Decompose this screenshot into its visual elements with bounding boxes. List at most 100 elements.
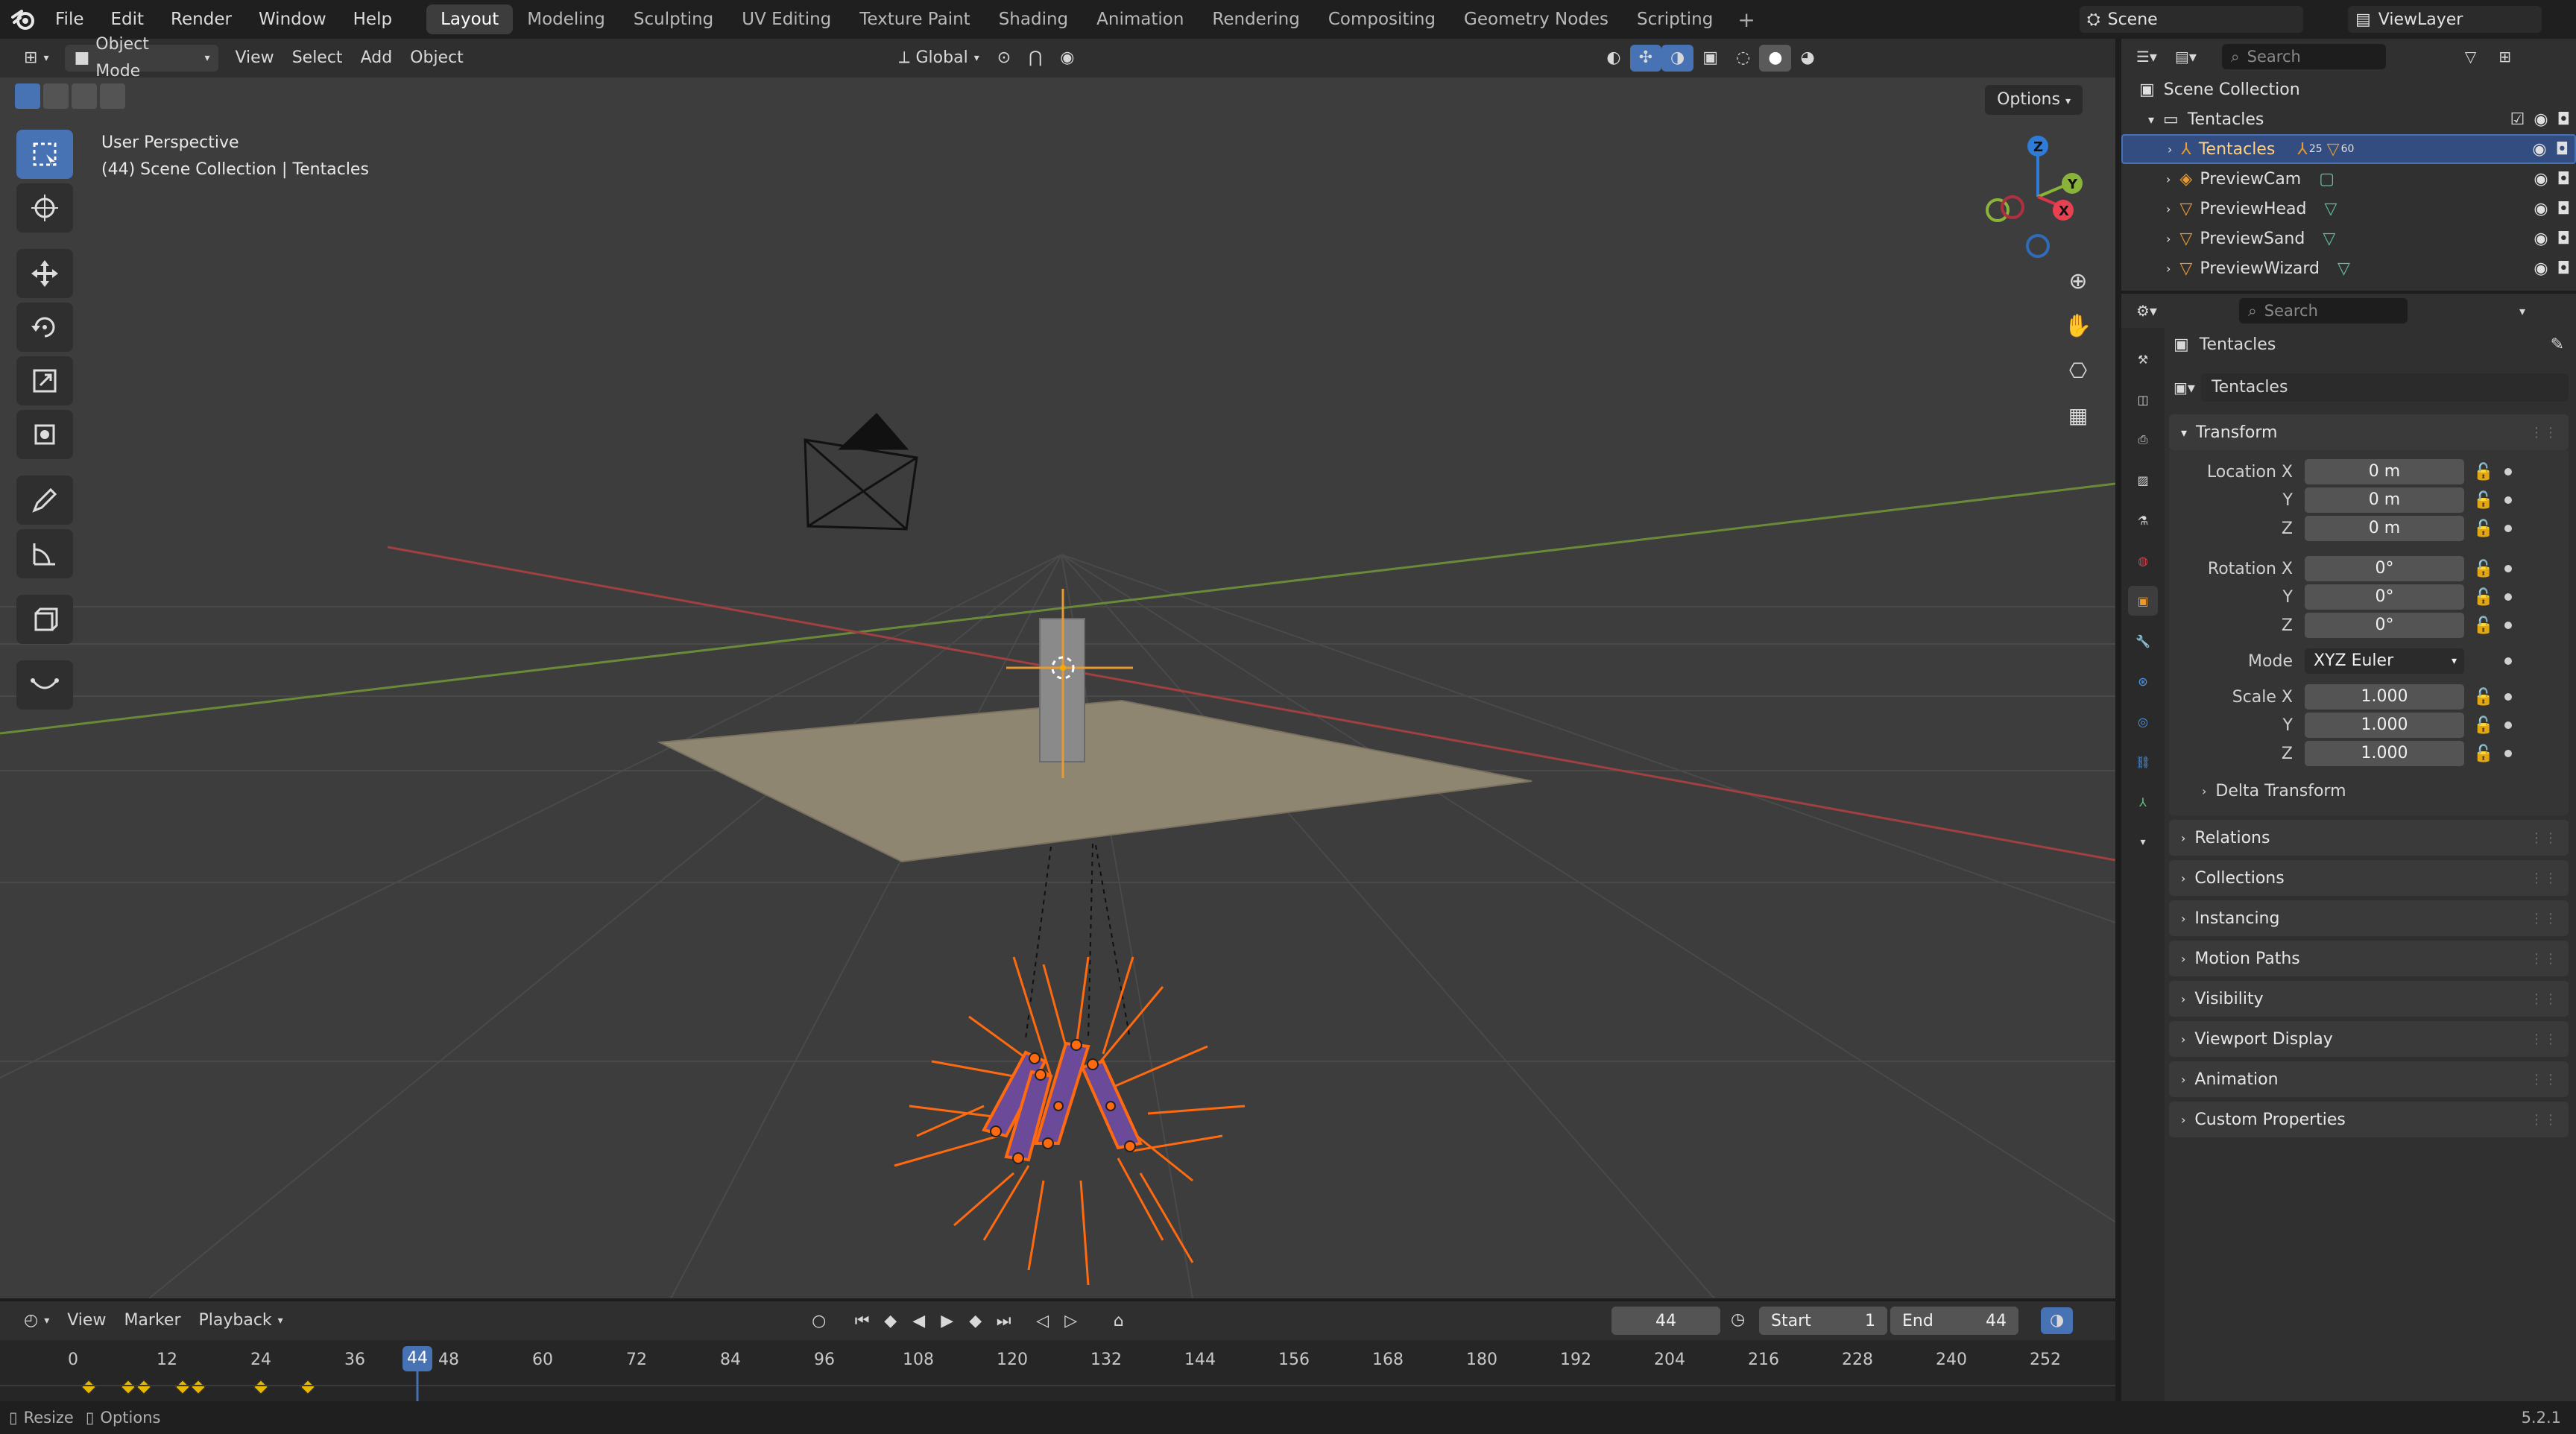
xray-toggle[interactable]: ▣ <box>1693 45 1727 72</box>
tab-world[interactable]: ◍ <box>2128 546 2158 575</box>
shear-tool[interactable] <box>16 660 73 710</box>
drag-handle-icon[interactable]: ⋮⋮ <box>2530 830 2558 846</box>
eye-icon[interactable]: ◉ <box>2534 110 2548 129</box>
location-y-field[interactable]: 0 m <box>2305 487 2464 513</box>
tab-sculpting[interactable]: Sculpting <box>619 4 727 34</box>
relations-panel-header[interactable]: › Relations ⋮⋮ <box>2169 820 2569 856</box>
overlay-toggle[interactable]: ◑ <box>1661 45 1694 72</box>
lock-icon[interactable]: 🔓 <box>2473 688 2493 707</box>
tab-scripting[interactable]: Scripting <box>1623 4 1727 34</box>
move-tool[interactable] <box>16 249 73 298</box>
outliner-row-scene-collection[interactable]: ▣ Scene Collection <box>2121 75 2576 104</box>
keyframe-marker[interactable] <box>253 1380 268 1394</box>
motion-paths-panel-header[interactable]: › Motion Paths ⋮⋮ <box>2169 941 2569 976</box>
timeline-menu-playback[interactable]: Playback ▾ <box>190 1307 292 1334</box>
measure-tool[interactable] <box>16 529 73 578</box>
transform-tool[interactable] <box>16 410 73 459</box>
outliner-row-previewcam[interactable]: › ◈ PreviewCam ▢ ◉ ◘ <box>2121 164 2576 194</box>
keyframe-dot-icon[interactable] <box>2504 593 2512 601</box>
tab-scene[interactable]: ⚗ <box>2128 505 2158 535</box>
eye-icon[interactable]: ◉ <box>2532 140 2546 159</box>
tab-tool[interactable]: ⚒ <box>2128 344 2158 374</box>
drag-handle-icon[interactable]: ⋮⋮ <box>2530 911 2558 926</box>
rotation-z-field[interactable]: 0° <box>2305 613 2464 638</box>
tab-rendering[interactable]: Rendering <box>1198 4 1313 34</box>
expand-chevron-icon[interactable]: › <box>2166 232 2171 246</box>
select-intersect-button[interactable] <box>100 83 125 109</box>
blender-logo-icon[interactable] <box>4 0 42 39</box>
lock-icon[interactable]: 🔓 <box>2473 519 2493 538</box>
shading-wireframe[interactable]: ◌ <box>1727 45 1759 72</box>
prev-frame-button[interactable]: ◁ <box>1030 1308 1055 1333</box>
lock-icon[interactable]: 🔓 <box>2473 716 2493 735</box>
lock-icon[interactable]: 🔓 <box>2473 588 2493 607</box>
drag-handle-icon[interactable]: ⋮⋮ <box>2530 1112 2558 1128</box>
tab-compositing[interactable]: Compositing <box>1314 4 1450 34</box>
tab-object-data[interactable]: ⅄ <box>2128 787 2158 817</box>
sand-plane[interactable] <box>657 699 1532 863</box>
drag-handle-icon[interactable]: ⋮⋮ <box>2530 1072 2558 1087</box>
chevron-down-icon[interactable]: ▾ <box>2519 304 2525 318</box>
play-button[interactable]: ▶ <box>935 1308 960 1333</box>
camera-render-icon[interactable]: ◘ <box>2557 110 2570 129</box>
keyframe-marker[interactable] <box>191 1380 206 1394</box>
navigation-gizmo[interactable]: Z Y X <box>1975 130 2094 264</box>
tab-render[interactable]: ◫ <box>2128 385 2158 414</box>
keyframe-marker[interactable] <box>175 1380 190 1394</box>
tentacles-armature[interactable] <box>894 956 1246 1286</box>
scene-selector[interactable]: ⛭ Scene <box>2080 6 2303 33</box>
shading-solid[interactable]: ● <box>1759 45 1792 72</box>
tab-particles[interactable]: ⊛ <box>2128 666 2158 696</box>
select-extend-button[interactable] <box>43 83 69 109</box>
camera-render-icon[interactable]: ◘ <box>2557 200 2570 218</box>
camera-render-icon[interactable]: ◘ <box>2557 230 2570 248</box>
snap-button[interactable]: ⋂ <box>1020 45 1051 72</box>
mode-selector[interactable]: ■ Object Mode ▾ <box>65 35 219 80</box>
proportional-edit-button[interactable]: ◉ <box>1051 45 1083 72</box>
expand-chevron-icon[interactable]: › <box>2166 172 2171 186</box>
camera-view-button[interactable]: ⎔ <box>2059 352 2097 389</box>
stopwatch-icon[interactable]: ◷ <box>1731 1310 1745 1329</box>
camera-render-icon[interactable]: ◘ <box>2557 170 2570 189</box>
properties-search[interactable]: ⌕ Search <box>2238 298 2408 323</box>
prev-keyframe-button[interactable]: ◆ <box>878 1308 903 1333</box>
rotation-mode-select[interactable]: XYZ Euler ▾ <box>2305 648 2464 674</box>
timeline[interactable]: 0 12 24 36 48 60 72 84 96 108 120 132 144 156 168 180 19… <box>0 1340 2115 1401</box>
collections-panel-header[interactable]: › Collections ⋮⋮ <box>2169 860 2569 896</box>
tab-layout[interactable]: Layout <box>426 4 514 34</box>
select-subtract-button[interactable] <box>72 83 97 109</box>
scale-y-field[interactable]: 1.000 <box>2305 713 2464 738</box>
scale-x-field[interactable]: 1.000 <box>2305 684 2464 710</box>
lock-icon[interactable]: 🔓 <box>2473 491 2493 510</box>
lock-icon[interactable]: 🔓 <box>2473 463 2493 481</box>
select-new-button[interactable] <box>15 83 40 109</box>
tab-constraints[interactable]: ⛓ <box>2128 747 2158 777</box>
display-mode-icon[interactable]: ▤▾ <box>2175 48 2197 66</box>
keyframe-dot-icon[interactable] <box>2504 565 2512 572</box>
timeline-menu-marker[interactable]: Marker <box>115 1307 189 1334</box>
scale-z-field[interactable]: 1.000 <box>2305 741 2464 766</box>
tab-object[interactable]: ▣ <box>2128 586 2158 616</box>
menu-select[interactable]: Select <box>283 45 352 72</box>
keyframe-marker[interactable] <box>120 1380 136 1394</box>
tab-geometry-nodes[interactable]: Geometry Nodes <box>1450 4 1623 34</box>
lock-icon[interactable]: 🔓 <box>2473 560 2493 578</box>
gizmo-toggle[interactable]: ✣ <box>1629 45 1662 72</box>
tab-texture-paint[interactable]: Texture Paint <box>845 4 984 34</box>
location-x-field[interactable]: 0 m <box>2305 459 2464 484</box>
drag-handle-icon[interactable]: ⋮⋮ <box>2530 991 2558 1007</box>
keyframe-dot-icon[interactable] <box>2504 657 2512 665</box>
pin-icon[interactable]: ✎ <box>2551 335 2564 354</box>
datablock-browse-icon[interactable]: ▣▾ <box>2169 379 2195 397</box>
keyframe-dot-icon[interactable] <box>2504 468 2512 476</box>
tab-modeling[interactable]: Modeling <box>513 4 619 34</box>
shading-material[interactable]: ◕ <box>1791 45 1823 72</box>
drag-handle-icon[interactable]: ⋮⋮ <box>2530 951 2558 967</box>
filter-icon[interactable]: ▽ <box>2465 48 2476 66</box>
3d-viewport[interactable]: Options ▾ User Perspective (44) Scene Co… <box>0 78 2115 1298</box>
preview-camera[interactable] <box>804 412 918 531</box>
menu-help[interactable]: Help <box>340 0 405 39</box>
outliner-row-previewsand[interactable]: › ▽ PreviewSand ▽ ◉ ◘ <box>2121 224 2576 253</box>
camera-render-icon[interactable]: ◘ <box>2557 259 2570 278</box>
menu-object[interactable]: Object <box>401 45 473 72</box>
